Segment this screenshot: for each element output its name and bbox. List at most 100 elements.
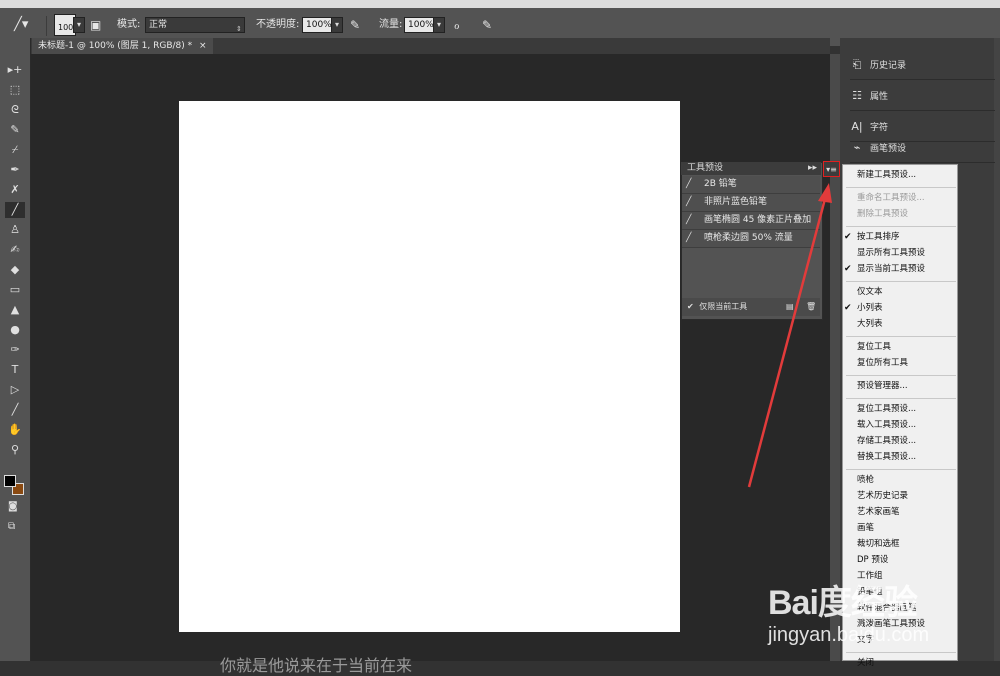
document-tab[interactable]: 未标题-1 @ 100% (图层 1, RGB/8) * × (32, 38, 213, 54)
path-select-tool-icon[interactable]: ▷ (5, 382, 25, 398)
menu-item[interactable]: 小列表 (857, 301, 883, 315)
document-tab-title: 未标题-1 @ 100% (图层 1, RGB/8) * (38, 41, 193, 51)
menu-separator (846, 652, 956, 653)
tool-presets-footer: ✔ 仅限当前工具 ▤ 🗑 (682, 298, 820, 316)
preset-item[interactable]: ╱ 非照片蓝色铅笔 (682, 194, 820, 212)
preset-item[interactable]: ╱ 喷枪柔边圆 50% 流量 (682, 230, 820, 248)
menu-item[interactable]: 复位所有工具 (857, 356, 908, 370)
current-tool-only-label: 仅限当前工具 (699, 302, 748, 311)
menu-item[interactable]: DP 预设 (857, 553, 888, 567)
hand-tool-icon[interactable]: ✋ (5, 422, 25, 438)
trash-icon[interactable]: 🗑 (806, 298, 816, 316)
menu-item[interactable]: 裁切和选框 (857, 537, 900, 551)
preset-item[interactable]: ╱ 2B 铅笔 (682, 176, 820, 194)
menu-item[interactable]: 预设管理器... (857, 379, 908, 393)
menu-item: 删除工具预设 (857, 209, 909, 219)
menu-separator (846, 187, 956, 188)
opacity-field[interactable]: 100% (302, 17, 332, 33)
menu-item[interactable]: 仅文本 (857, 285, 883, 299)
watermark-url: jingyan.baidu.com (768, 624, 930, 646)
pen-tool-icon[interactable]: ✑ (5, 342, 25, 358)
airbrush-icon[interactable]: ℴ (454, 16, 460, 34)
menu-separator (846, 281, 956, 282)
brush-tool-icon[interactable]: ╱ (5, 202, 25, 218)
preset-item-label: 2B 铅笔 (704, 179, 737, 189)
blur-tool-icon[interactable]: ▲ (5, 302, 25, 318)
brush-picker-dropdown[interactable]: ▾ (73, 17, 85, 33)
menu-item[interactable]: 复位工具预设... (857, 402, 916, 416)
panel-brush-presets[interactable]: ⌁ 画笔预设 (850, 134, 995, 163)
vertical-scrollbar[interactable] (830, 54, 840, 661)
type-tool-icon[interactable]: T (5, 362, 25, 378)
menu-item[interactable]: 复位工具 (857, 340, 891, 354)
stamp-tool-icon[interactable]: ♙ (5, 222, 25, 238)
menu-separator (846, 375, 956, 376)
history-icon: ⎗ (852, 58, 862, 71)
brush-preset-icon: ⌁ (853, 141, 861, 154)
close-icon[interactable]: × (199, 41, 207, 51)
menu-item[interactable]: 显示所有工具预设 (857, 246, 925, 260)
panel-properties[interactable]: ☷ 属性 (850, 82, 995, 111)
panel-properties-label: 属性 (870, 92, 889, 102)
checkbox-current-tool-only[interactable]: ✔ (687, 302, 694, 311)
quick-select-tool-icon[interactable]: ✎ (5, 122, 25, 138)
opacity-dropdown[interactable]: ▾ (331, 17, 343, 33)
menu-item: 重命名工具预设... (857, 193, 925, 203)
menu-separator (846, 226, 956, 227)
menu-item[interactable]: 喷枪 (857, 473, 874, 487)
document-canvas[interactable] (179, 101, 680, 632)
opacity-label: 不透明度: (256, 19, 300, 30)
healing-tool-icon[interactable]: ✗ (5, 182, 25, 198)
brush-panel-toggle-icon[interactable]: ▣ (90, 16, 101, 34)
flow-dropdown[interactable]: ▾ (433, 17, 445, 33)
panel-character-label: 字符 (870, 123, 889, 133)
menu-item[interactable]: 艺术历史记录 (857, 489, 908, 503)
pressure-size-icon[interactable]: ✎ (482, 16, 492, 34)
brush-tool-icon[interactable]: ╱▾ (14, 16, 28, 34)
gradient-tool-icon[interactable]: ▭ (5, 282, 25, 298)
screen-mode-icon[interactable]: ⧉ (8, 521, 15, 532)
line-tool-icon[interactable]: ╱ (5, 402, 25, 418)
collapse-icon[interactable]: ▸▸ (808, 162, 817, 175)
crop-tool-icon[interactable]: ⌿ (5, 142, 25, 158)
flow-label: 流量: (379, 19, 403, 30)
tool-presets-title: 工具预设 (687, 163, 724, 173)
menu-item[interactable]: 显示当前工具预设 (857, 262, 925, 276)
dodge-tool-icon[interactable]: ● (5, 322, 25, 338)
foreground-color-swatch[interactable] (4, 475, 16, 487)
brush-icon: ╱ (686, 179, 692, 189)
checkmark-icon: ✔ (844, 264, 852, 274)
eraser-tool-icon[interactable]: ◆ (5, 262, 25, 278)
eyedropper-tool-icon[interactable]: ✒ (5, 162, 25, 178)
mode-select[interactable]: 正常 (145, 17, 245, 33)
caption-text: 你就是他说来在于当前在来 (220, 656, 413, 675)
preset-item[interactable]: ╱ 画笔椭圆 45 像素正片叠加 (682, 212, 820, 230)
menu-item[interactable]: 大列表 (857, 317, 883, 331)
menu-item[interactable]: 存储工具预设... (857, 434, 916, 448)
panel-menu-button[interactable]: ▾≡ (823, 161, 840, 177)
menu-item[interactable]: 按工具排序 (857, 230, 900, 244)
marquee-tool-icon[interactable]: ⬚ (5, 82, 25, 98)
preset-item-label: 喷枪柔边圆 50% 流量 (704, 233, 793, 243)
flow-field[interactable]: 100% (404, 17, 434, 33)
checkmark-icon: ✔ (844, 232, 852, 242)
checkmark-icon: ✔ (844, 303, 852, 313)
zoom-tool-icon[interactable]: ⚲ (5, 442, 25, 458)
quick-mask-icon[interactable]: ◙ (8, 501, 18, 512)
menu-item[interactable]: 载入工具预设... (857, 418, 916, 432)
panel-history[interactable]: ⎗ 历史记录 (850, 51, 995, 80)
pressure-opacity-icon[interactable]: ✎ (350, 16, 360, 34)
menu-item[interactable]: 艺术家画笔 (857, 505, 900, 519)
new-preset-icon[interactable]: ▤ (786, 298, 794, 316)
tools-panel: ▸+ ⬚ ᘓ ✎ ⌿ ✒ ✗ ╱ ♙ ✍ ◆ ▭ ▲ ● ✑ T ▷ ╱ ✋ ⚲ ◙ ⧉ (0, 38, 31, 661)
menu-item[interactable]: 画笔 (857, 521, 874, 535)
move-tool-icon[interactable]: ▸+ (5, 62, 25, 78)
history-brush-tool-icon[interactable]: ✍ (5, 242, 25, 258)
lasso-tool-icon[interactable]: ᘓ (5, 102, 25, 118)
panel-brush-presets-label: 画笔预设 (870, 144, 907, 154)
menu-item[interactable]: 新建工具预设... (857, 168, 916, 182)
menu-item[interactable]: 替换工具预设... (857, 450, 916, 464)
properties-icon: ☷ (852, 89, 862, 102)
menu-item[interactable]: 关闭 (857, 656, 874, 670)
brush-icon: ╱ (686, 215, 692, 225)
